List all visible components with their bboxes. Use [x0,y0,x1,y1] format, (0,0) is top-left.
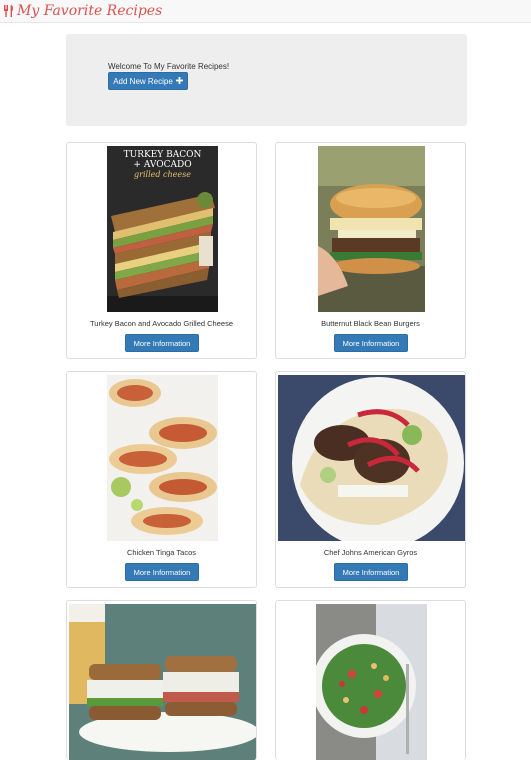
recipe-photo [69,604,256,760]
welcome-text: Welcome To My Favorite Recipes! [108,62,230,71]
recipe-card [66,600,257,760]
recipe-photo [318,146,425,312]
recipe-card [275,600,466,760]
recipe-photo: TURKEY BACON + AVOCADO grilled cheese [107,146,218,312]
recipe-title: Chicken Tinga Tacos [126,548,197,557]
recipe-title: Butternut Black Bean Burgers [321,319,420,328]
recipe-card: TURKEY BACON + AVOCADO grilled cheese Tu… [66,142,257,359]
recipe-photo [107,375,218,541]
brand-text: My Favorite Recipes [17,3,163,19]
photo-overlay-text: TURKEY BACON + AVOCADO grilled cheese [107,150,218,180]
recipe-card: Chef Johns American Gyros More Informati… [275,371,466,588]
brand-link[interactable]: My Favorite Recipes [3,2,162,20]
recipe-photo [278,375,465,541]
navbar: My Favorite Recipes [0,0,531,23]
welcome-panel: Welcome To My Favorite Recipes! Add New … [66,34,467,126]
more-information-button[interactable]: More Information [125,563,199,581]
more-information-button[interactable]: More Information [334,563,408,581]
recipe-title: Turkey Bacon and Avocado Grilled Cheese [89,319,233,328]
recipe-card: Chicken Tinga Tacos More Information [66,371,257,588]
overlay-line-2: + AVOCADO [133,160,192,170]
recipe-card: Butternut Black Bean Burgers More Inform… [275,142,466,359]
add-recipe-label: Add New Recipe [113,76,173,86]
add-recipe-button[interactable]: Add New Recipe [108,72,188,90]
recipe-photo [316,604,427,760]
recipe-title: Chef Johns American Gyros [323,548,418,557]
utensils-icon [3,4,15,18]
overlay-line-1: TURKEY BACON [123,150,202,160]
more-information-button[interactable]: More Information [334,334,408,352]
more-information-button[interactable]: More Information [125,334,199,352]
overlay-line-3: grilled cheese [134,170,191,179]
plus-icon [175,76,183,86]
